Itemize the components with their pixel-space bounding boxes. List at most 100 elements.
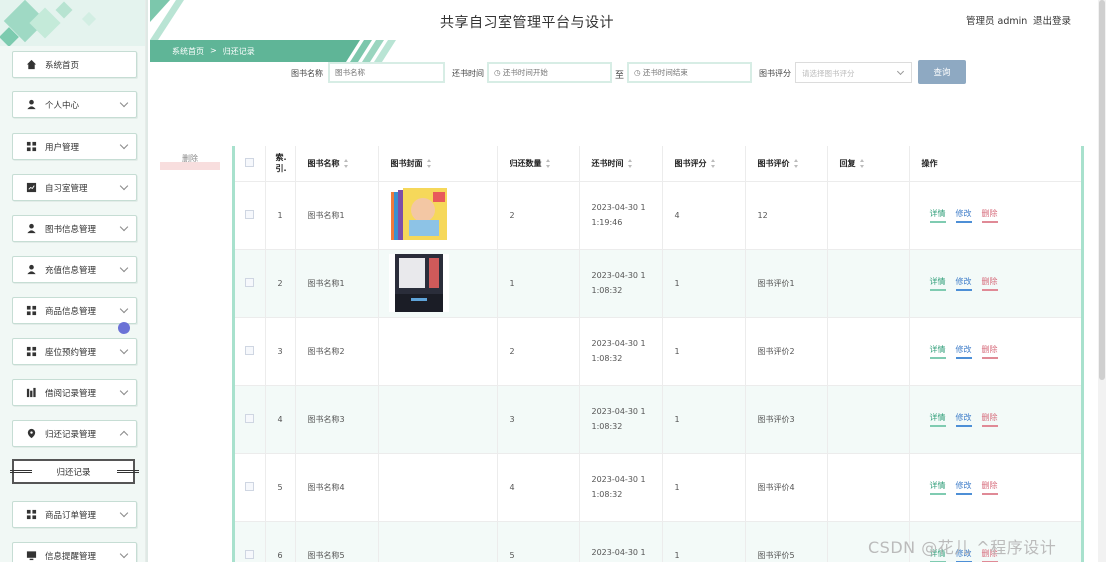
sidebar-subitem-return-records[interactable]: 归还记录: [10, 459, 139, 484]
row-checkbox[interactable]: [245, 209, 254, 219]
batch-delete-button[interactable]: 删除: [160, 152, 220, 170]
column-header-8[interactable]: 回复: [827, 146, 910, 182]
edit-button[interactable]: 修改: [955, 344, 972, 359]
cell-book-name: 图书名称1: [295, 249, 379, 318]
sidebar-item-label: 座位预约管理: [45, 347, 97, 358]
sidebar-item-12[interactable]: 信息提醒管理: [12, 542, 137, 562]
delete-button[interactable]: 删除: [981, 480, 998, 495]
edit-button[interactable]: 修改: [955, 208, 972, 223]
column-header-4[interactable]: 归还数量: [497, 146, 580, 182]
sidebar-item-11[interactable]: 商品订单管理: [12, 501, 137, 528]
delete-button[interactable]: 删除: [981, 276, 998, 291]
sidebar-item-label: 借阅记录管理: [45, 388, 97, 399]
time-line: 2023-04-30 1: [591, 547, 646, 557]
sidebar-item-4[interactable]: 自习室管理: [12, 174, 137, 201]
cell-rating: 1: [662, 249, 746, 318]
scrollbar-thumb[interactable]: [1099, 0, 1105, 380]
column-header-7[interactable]: 图书评价: [745, 146, 828, 182]
sidebar-subitem-label: 归还记录: [56, 467, 91, 478]
breadcrumb-home[interactable]: 系统首页: [172, 46, 204, 57]
sort-icon[interactable]: [627, 158, 633, 168]
book-name-input[interactable]: [328, 62, 445, 83]
main-scrollbar[interactable]: [1098, 0, 1106, 562]
column-header-label: 图书评价: [757, 158, 790, 168]
delete-button[interactable]: 删除: [981, 208, 998, 223]
column-header-5[interactable]: 还书时间: [579, 146, 663, 182]
delete-button[interactable]: 删除: [981, 412, 998, 427]
delete-button[interactable]: 删除: [981, 344, 998, 359]
row-checkbox[interactable]: [245, 549, 254, 559]
edit-button[interactable]: 修改: [955, 276, 972, 291]
rating-select-placeholder: 请选择图书评分: [802, 69, 855, 78]
sidebar-item-8[interactable]: 座位预约管理: [12, 338, 137, 365]
cell-index: 5: [265, 453, 296, 522]
row-checkbox[interactable]: [245, 413, 254, 423]
records-table: 索. 引. 图书名称 图书封面 归还数量 还书时间 图书评分 图书评价 回复 操作 1 图书名称1 2…: [232, 146, 1084, 562]
return-time-start-input[interactable]: [487, 62, 612, 83]
detail-button[interactable]: 详情: [929, 412, 946, 427]
detail-button[interactable]: 详情: [929, 208, 946, 223]
time-line: 2023-04-30 1: [591, 407, 646, 416]
sidebar-item-1[interactable]: 系统首页: [12, 51, 137, 78]
rating-select[interactable]: 请选择图书评分: [795, 62, 912, 83]
time-line: 2023-04-30 1: [591, 271, 646, 280]
search-button[interactable]: 查询: [918, 60, 966, 84]
sidebar-decoration: [0, 0, 146, 46]
cell-actions: 详情 修改 删除: [909, 453, 1081, 522]
detail-button[interactable]: 详情: [929, 276, 946, 291]
drag-handle[interactable]: [118, 322, 130, 334]
select-all-header: [235, 146, 266, 182]
detail-button[interactable]: 详情: [929, 480, 946, 495]
cell-return-qty: 4: [497, 453, 580, 522]
sidebar-item-9[interactable]: 借阅记录管理: [12, 379, 137, 406]
chevron-down-icon: [119, 181, 129, 191]
chevron-up-icon: [119, 430, 129, 440]
sidebar-item-2[interactable]: 个人中心: [12, 91, 137, 118]
sidebar-item-10[interactable]: 归还记录管理: [12, 420, 137, 447]
logout-link[interactable]: 退出登录: [1033, 13, 1071, 27]
sidebar-scrollbar[interactable]: [145, 0, 146, 562]
sidebar-item-label: 图书信息管理: [45, 224, 97, 235]
cell-rating: 1: [662, 385, 746, 454]
sort-icon[interactable]: [793, 158, 799, 168]
cell-return-qty: 2: [497, 181, 580, 250]
sort-icon[interactable]: [859, 158, 865, 168]
row-checkbox[interactable]: [245, 345, 254, 355]
sort-icon[interactable]: [545, 158, 551, 168]
column-header-label: 操作: [921, 158, 938, 168]
sidebar-item-6[interactable]: 充值信息管理: [12, 256, 137, 283]
table-row: 1 图书名称1 2 2023-04-30 1 1:19:46 4 12 详情 修改 删除: [235, 181, 1081, 250]
cell-return-time: 2023-04-30 1 1:08:32: [579, 453, 663, 522]
column-header-2[interactable]: 图书名称: [295, 146, 379, 182]
detail-button[interactable]: 详情: [929, 344, 946, 359]
sort-icon[interactable]: [343, 158, 349, 168]
header-decoration: [150, 0, 184, 40]
cell-reply: [827, 317, 910, 386]
person-icon: [25, 99, 37, 111]
edit-button[interactable]: 修改: [955, 480, 972, 495]
column-header-3[interactable]: 图书封面: [378, 146, 498, 182]
chevron-down-icon: [119, 98, 129, 108]
row-checkbox[interactable]: [245, 277, 254, 287]
return-time-end-input[interactable]: [627, 62, 752, 83]
cell-return-qty: 1: [497, 249, 580, 318]
table-header: 索. 引. 图书名称 图书封面 归还数量 还书时间 图书评分 图书评价 回复 操作: [235, 146, 1081, 182]
column-header-label: 归还数量: [509, 158, 542, 168]
book-name-label: 图书名称: [291, 69, 323, 78]
breadcrumb-current: 归还记录: [222, 47, 255, 56]
time-line: 1:08:32: [591, 354, 623, 363]
select-all-checkbox[interactable]: [245, 157, 254, 167]
home-icon: [25, 59, 37, 71]
time-line: 1:08:32: [591, 286, 623, 295]
sidebar-item-5[interactable]: 图书信息管理: [12, 215, 137, 242]
grid-icon: [25, 305, 37, 317]
sidebar-item-7[interactable]: 商品信息管理: [12, 297, 137, 324]
column-header-6[interactable]: 图书评分: [662, 146, 746, 182]
book-cover-image: [388, 254, 497, 312]
sort-icon[interactable]: [710, 158, 716, 168]
row-checkbox[interactable]: [245, 481, 254, 491]
cell-book-cover: [378, 385, 498, 454]
sidebar-item-3[interactable]: 用户管理: [12, 133, 137, 160]
sort-icon[interactable]: [426, 158, 432, 168]
edit-button[interactable]: 修改: [955, 412, 972, 427]
